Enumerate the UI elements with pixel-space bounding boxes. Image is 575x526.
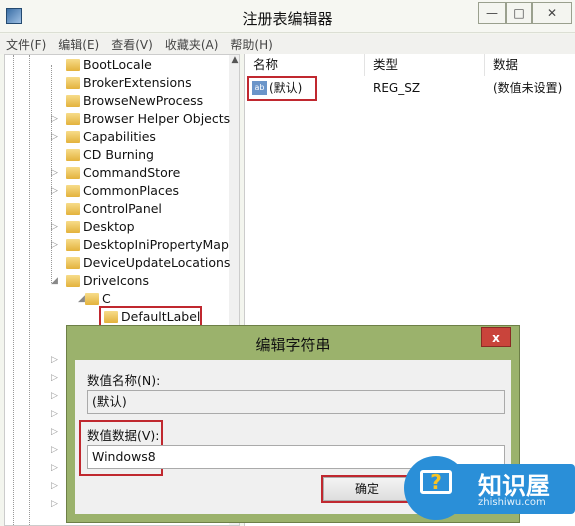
- menu-favorites[interactable]: 收藏夹(A): [159, 34, 225, 54]
- tree-item[interactable]: ◢ C: [78, 290, 111, 308]
- tree-line: [13, 55, 14, 525]
- folder-icon: [66, 77, 80, 89]
- tree-item[interactable]: ▷ Capabilities: [51, 128, 156, 146]
- value-name: (默认): [269, 81, 303, 95]
- menu-view[interactable]: 查看(V): [105, 34, 159, 54]
- tree-item[interactable]: ▷ Browser Helper Objects: [51, 110, 231, 128]
- folder-icon: [66, 167, 80, 179]
- folder-icon: [66, 221, 80, 233]
- folder-icon: [85, 293, 99, 305]
- folder-icon: [66, 59, 80, 71]
- expand-arrow-icon[interactable]: ▷: [51, 182, 58, 200]
- tree-item-label: CD Burning: [83, 147, 154, 162]
- tree-item[interactable]: BootLocale: [66, 56, 152, 74]
- tree-item[interactable]: DefaultLabel: [98, 306, 203, 328]
- minimize-button[interactable]: —: [478, 2, 506, 24]
- close-button[interactable]: ✕: [532, 2, 572, 24]
- value-row[interactable]: ab (默认) REG_SZ (数值未设置): [245, 76, 575, 101]
- tree-item[interactable]: ▷ CommandStore: [51, 164, 181, 182]
- expand-arrow-icon[interactable]: ▷: [51, 110, 58, 128]
- maximize-button[interactable]: □: [506, 2, 532, 24]
- folder-icon: [66, 149, 80, 161]
- expand-arrow-icon[interactable]: ▷: [51, 373, 58, 383]
- dialog-close-button[interactable]: x: [481, 327, 511, 347]
- tree-item-label: Browser Helper Objects: [83, 111, 231, 126]
- tree-item-label: BrowseNewProcess: [83, 93, 204, 108]
- tree-item-label: CommonPlaces: [83, 183, 180, 198]
- tree-item[interactable]: BrowseNewProcess: [66, 92, 204, 110]
- ok-button[interactable]: 确定: [321, 475, 413, 503]
- tree-line: [29, 55, 30, 525]
- column-name[interactable]: 名称: [245, 54, 365, 76]
- tree-item-label: C: [102, 291, 111, 306]
- expand-arrow-icon[interactable]: ▷: [51, 445, 58, 455]
- tree-item-label: ControlPanel: [83, 201, 162, 216]
- string-value-icon: ab: [252, 81, 267, 95]
- tree-item[interactable]: ◢ DriveIcons: [51, 272, 149, 290]
- expand-arrow-icon[interactable]: ▷: [51, 481, 58, 491]
- tree-item-label: BootLocale: [83, 57, 152, 72]
- tree-item-label: DefaultLabel: [121, 309, 201, 324]
- tree-item[interactable]: ControlPanel: [66, 200, 162, 218]
- folder-icon: [66, 275, 80, 287]
- tree-item[interactable]: BrokerExtensions: [66, 74, 192, 92]
- watermark-text: 知识屋: [478, 472, 550, 500]
- expand-arrow-icon[interactable]: ▷: [51, 409, 58, 419]
- tree-item-label: DriveIcons: [83, 273, 149, 288]
- title-bar: 注册表编辑器 — □ ✕: [0, 0, 575, 33]
- tree-item[interactable]: DeviceUpdateLocations: [66, 254, 231, 272]
- value-type: REG_SZ: [373, 81, 421, 95]
- folder-icon: [66, 203, 80, 215]
- folder-icon: [66, 113, 80, 125]
- tree-item[interactable]: CD Burning: [66, 146, 154, 164]
- expand-arrow-icon[interactable]: ▷: [51, 427, 58, 437]
- tree-item-label: DesktopIniPropertyMap: [83, 237, 229, 252]
- tree-item-label: BrokerExtensions: [83, 75, 192, 90]
- menu-file[interactable]: 文件(F): [0, 34, 52, 54]
- value-data: (数值未设置): [493, 81, 563, 95]
- folder-icon: [66, 131, 80, 143]
- value-name-field[interactable]: (默认): [87, 390, 505, 414]
- folder-icon: [66, 95, 80, 107]
- menu-help[interactable]: 帮助(H): [224, 34, 278, 54]
- dialog-title: 编辑字符串: [255, 336, 331, 354]
- tree-item-label: Desktop: [83, 219, 135, 234]
- column-data[interactable]: 数据: [485, 54, 575, 76]
- folder-icon: [66, 185, 80, 197]
- expand-arrow-icon[interactable]: ▷: [51, 499, 58, 509]
- column-type[interactable]: 类型: [365, 54, 485, 76]
- tree-item[interactable]: ▷ DesktopIniPropertyMap: [51, 236, 229, 254]
- value-data-label: 数值数据(V):: [87, 428, 160, 443]
- watermark-logo: ? 知识屋 zhishiwu.com: [404, 456, 575, 526]
- tree-item[interactable]: ▷ Desktop: [51, 218, 135, 236]
- expand-arrow-icon[interactable]: ▷: [51, 164, 58, 182]
- menu-edit[interactable]: 编辑(E): [52, 34, 105, 54]
- folder-icon: [66, 257, 80, 269]
- collapse-arrow-icon[interactable]: ◢: [78, 290, 85, 308]
- tree-item-label: DeviceUpdateLocations: [83, 255, 231, 270]
- value-name-label: 数值名称(N):: [87, 373, 161, 388]
- tree-item[interactable]: ▷ CommonPlaces: [51, 182, 180, 200]
- tree-item-label: CommandStore: [83, 165, 181, 180]
- folder-icon: [104, 311, 118, 323]
- expand-arrow-icon[interactable]: ▷: [51, 391, 58, 401]
- folder-icon: [66, 239, 80, 251]
- expand-arrow-icon[interactable]: ▷: [51, 128, 58, 146]
- expand-arrow-icon[interactable]: ▷: [51, 236, 58, 254]
- expand-arrow-icon[interactable]: ▷: [51, 218, 58, 236]
- collapse-arrow-icon[interactable]: ◢: [51, 272, 58, 290]
- watermark-url: zhishiwu.com: [478, 497, 546, 508]
- tree-item-label: Capabilities: [83, 129, 156, 144]
- expand-arrow-icon[interactable]: ▷: [51, 463, 58, 473]
- expand-arrow-icon[interactable]: ▷: [51, 355, 58, 365]
- menu-bar: 文件(F) 编辑(E) 查看(V) 收藏夹(A) 帮助(H): [0, 34, 575, 54]
